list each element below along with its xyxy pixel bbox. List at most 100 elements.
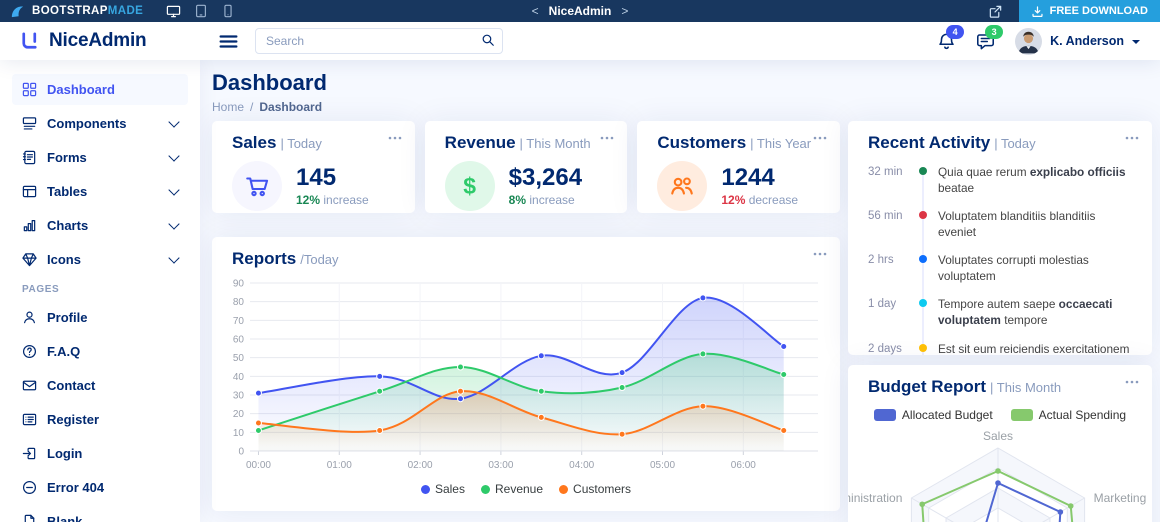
activity-dot (919, 299, 927, 308)
search-icon[interactable] (481, 33, 495, 47)
sidebar-item-blank[interactable]: Blank (12, 506, 188, 522)
sidebar-item-components[interactable]: Components (12, 108, 188, 139)
card-title: Customers | This Year (637, 121, 840, 153)
question-circle-icon (22, 344, 37, 359)
sidebar-item-error-404[interactable]: Error 404 (12, 472, 188, 503)
desktop-preview-icon[interactable] (166, 4, 181, 19)
prev-template-arrow[interactable]: < (532, 4, 539, 18)
app-header: NiceAdmin 4 3 K. Anderson (0, 22, 1160, 60)
legend-item-allocated-budget[interactable]: Allocated Budget (873, 408, 993, 422)
activity-text: Tempore autem saepe occaecati voluptatem… (938, 297, 1113, 327)
notifications-button[interactable]: 4 (937, 24, 965, 51)
legend-item-customers[interactable]: Customers (559, 482, 631, 496)
cart-icon (232, 161, 282, 211)
sidebar-item-icons[interactable]: Icons (12, 244, 188, 275)
legend-item-revenue[interactable]: Revenue (480, 482, 544, 496)
legend-label: Actual Spending (1038, 408, 1127, 422)
sidebar-item-label: Forms (47, 150, 87, 165)
envelope-icon (22, 378, 37, 393)
revenue-card: Revenue | This Month $ $3,264 8% increase (424, 121, 628, 213)
sidebar-item-label: Contact (47, 378, 96, 393)
reports-filter-text: /Today (300, 252, 339, 267)
svg-text:60: 60 (233, 335, 245, 346)
messages-button[interactable]: 3 (976, 24, 1004, 51)
svg-text:Marketing: Marketing (1094, 491, 1147, 505)
breadcrumb-home[interactable]: Home (212, 100, 244, 114)
budget-filter-text: | This Month (990, 380, 1062, 395)
card-menu-button[interactable] (1124, 374, 1140, 390)
legend-item-sales[interactable]: Sales (420, 482, 465, 496)
card-menu-button[interactable] (812, 130, 828, 146)
activity-time: 2 hrs (868, 254, 894, 267)
sidebar-item-f-a-q[interactable]: F.A.Q (12, 336, 188, 367)
card-menu-button[interactable] (1124, 130, 1140, 146)
activity-title-text: Recent Activity (868, 133, 991, 152)
card-title: Revenue | This Month (425, 121, 628, 153)
card-menu-button[interactable] (812, 246, 828, 262)
card-list-icon (22, 412, 37, 427)
svg-text:0: 0 (238, 447, 244, 458)
demo-topbar-right: FREE DOWNLOAD (988, 0, 1160, 22)
sidebar-item-login[interactable]: Login (12, 438, 188, 469)
brand-bold-text: BOOTSTRAP (32, 5, 108, 17)
header-right: 4 3 K. Anderson (937, 24, 1160, 55)
chevron-down-icon (168, 150, 180, 162)
niceadmin-logo-icon (18, 30, 41, 53)
card-title-text: Revenue (444, 133, 516, 152)
activity-text: Est sit eum reiciendis exercitationem (938, 341, 1130, 356)
dashboard-grid: Sales | Today 145 12% increase Revenue | This… (212, 121, 1152, 522)
activity-card-title: Recent Activity | Today (848, 121, 1152, 153)
sidebar-item-profile[interactable]: Profile (12, 302, 188, 333)
sidebar-item-tables[interactable]: Tables (12, 176, 188, 207)
free-download-button[interactable]: FREE DOWNLOAD (1018, 0, 1160, 22)
template-name: NiceAdmin (548, 4, 612, 18)
card-body: $ $3,264 8% increase (425, 153, 628, 211)
open-external-icon[interactable] (988, 4, 1003, 19)
legend-label: Revenue (494, 482, 544, 496)
profile-menu[interactable]: K. Anderson (1015, 27, 1140, 55)
budget-card-title: Budget Report | This Month (848, 365, 1152, 397)
messages-badge: 3 (985, 24, 1004, 39)
search-input[interactable] (255, 28, 503, 54)
breadcrumb: Home / Dashboard (212, 100, 1152, 114)
sales-card: Sales | Today 145 12% increase (212, 121, 415, 213)
legend-label: Sales (434, 482, 465, 496)
sidebar-toggle-icon[interactable] (218, 31, 239, 52)
app-logo[interactable]: NiceAdmin (0, 30, 214, 53)
reports-title-text: Reports (232, 249, 297, 268)
card-menu-button[interactable] (599, 130, 615, 146)
sidebar-item-charts[interactable]: Charts (12, 210, 188, 241)
activity-time: 2 days (868, 342, 902, 355)
card-value: 145 (296, 163, 337, 191)
chevron-down-icon (168, 218, 180, 230)
next-template-arrow[interactable]: > (621, 4, 628, 18)
card-menu-button[interactable] (387, 130, 403, 146)
sidebar-item-label: Error 404 (47, 480, 105, 495)
sidebar-item-forms[interactable]: Forms (12, 142, 188, 173)
sidebar-item-dashboard[interactable]: Dashboard (12, 74, 188, 105)
activity-rail (914, 249, 932, 294)
notifications-badge: 4 (946, 24, 965, 39)
tablet-preview-icon[interactable] (194, 4, 208, 18)
bootstrapmade-brand-link[interactable]: BOOTSTRAP MADE (32, 5, 143, 17)
card-values: 145 12% increase (296, 163, 369, 207)
card-title-text: Customers (657, 133, 747, 152)
free-download-label: FREE DOWNLOAD (1049, 5, 1148, 17)
activity-item: 32 min Quia quae rerum explicabo officiis… (868, 161, 1136, 206)
budget-radar-chart: Sales Marketing Administration (848, 424, 1152, 522)
sidebar-item-register[interactable]: Register (12, 404, 188, 435)
card-values: 1244 12% decrease (721, 164, 798, 207)
legend-label: Customers (573, 482, 632, 496)
activity-time: 56 min (868, 210, 903, 223)
legend-item-actual-spending[interactable]: Actual Spending (1010, 408, 1127, 422)
sidebar-item-contact[interactable]: Contact (12, 370, 188, 401)
legend-swatch (873, 409, 896, 421)
activity-item: 1 day Tempore autem saepe occaecati volup… (868, 293, 1136, 338)
bar-chart-icon (22, 218, 37, 233)
svg-text:80: 80 (233, 297, 245, 308)
phone-preview-icon[interactable] (221, 4, 235, 18)
activity-filter-text: | Today (994, 136, 1036, 151)
svg-text:03:00: 03:00 (488, 460, 513, 471)
card-delta: 8% increase (509, 193, 582, 207)
activity-text: Quia quae rerum explicabo officiis beata… (938, 165, 1126, 195)
